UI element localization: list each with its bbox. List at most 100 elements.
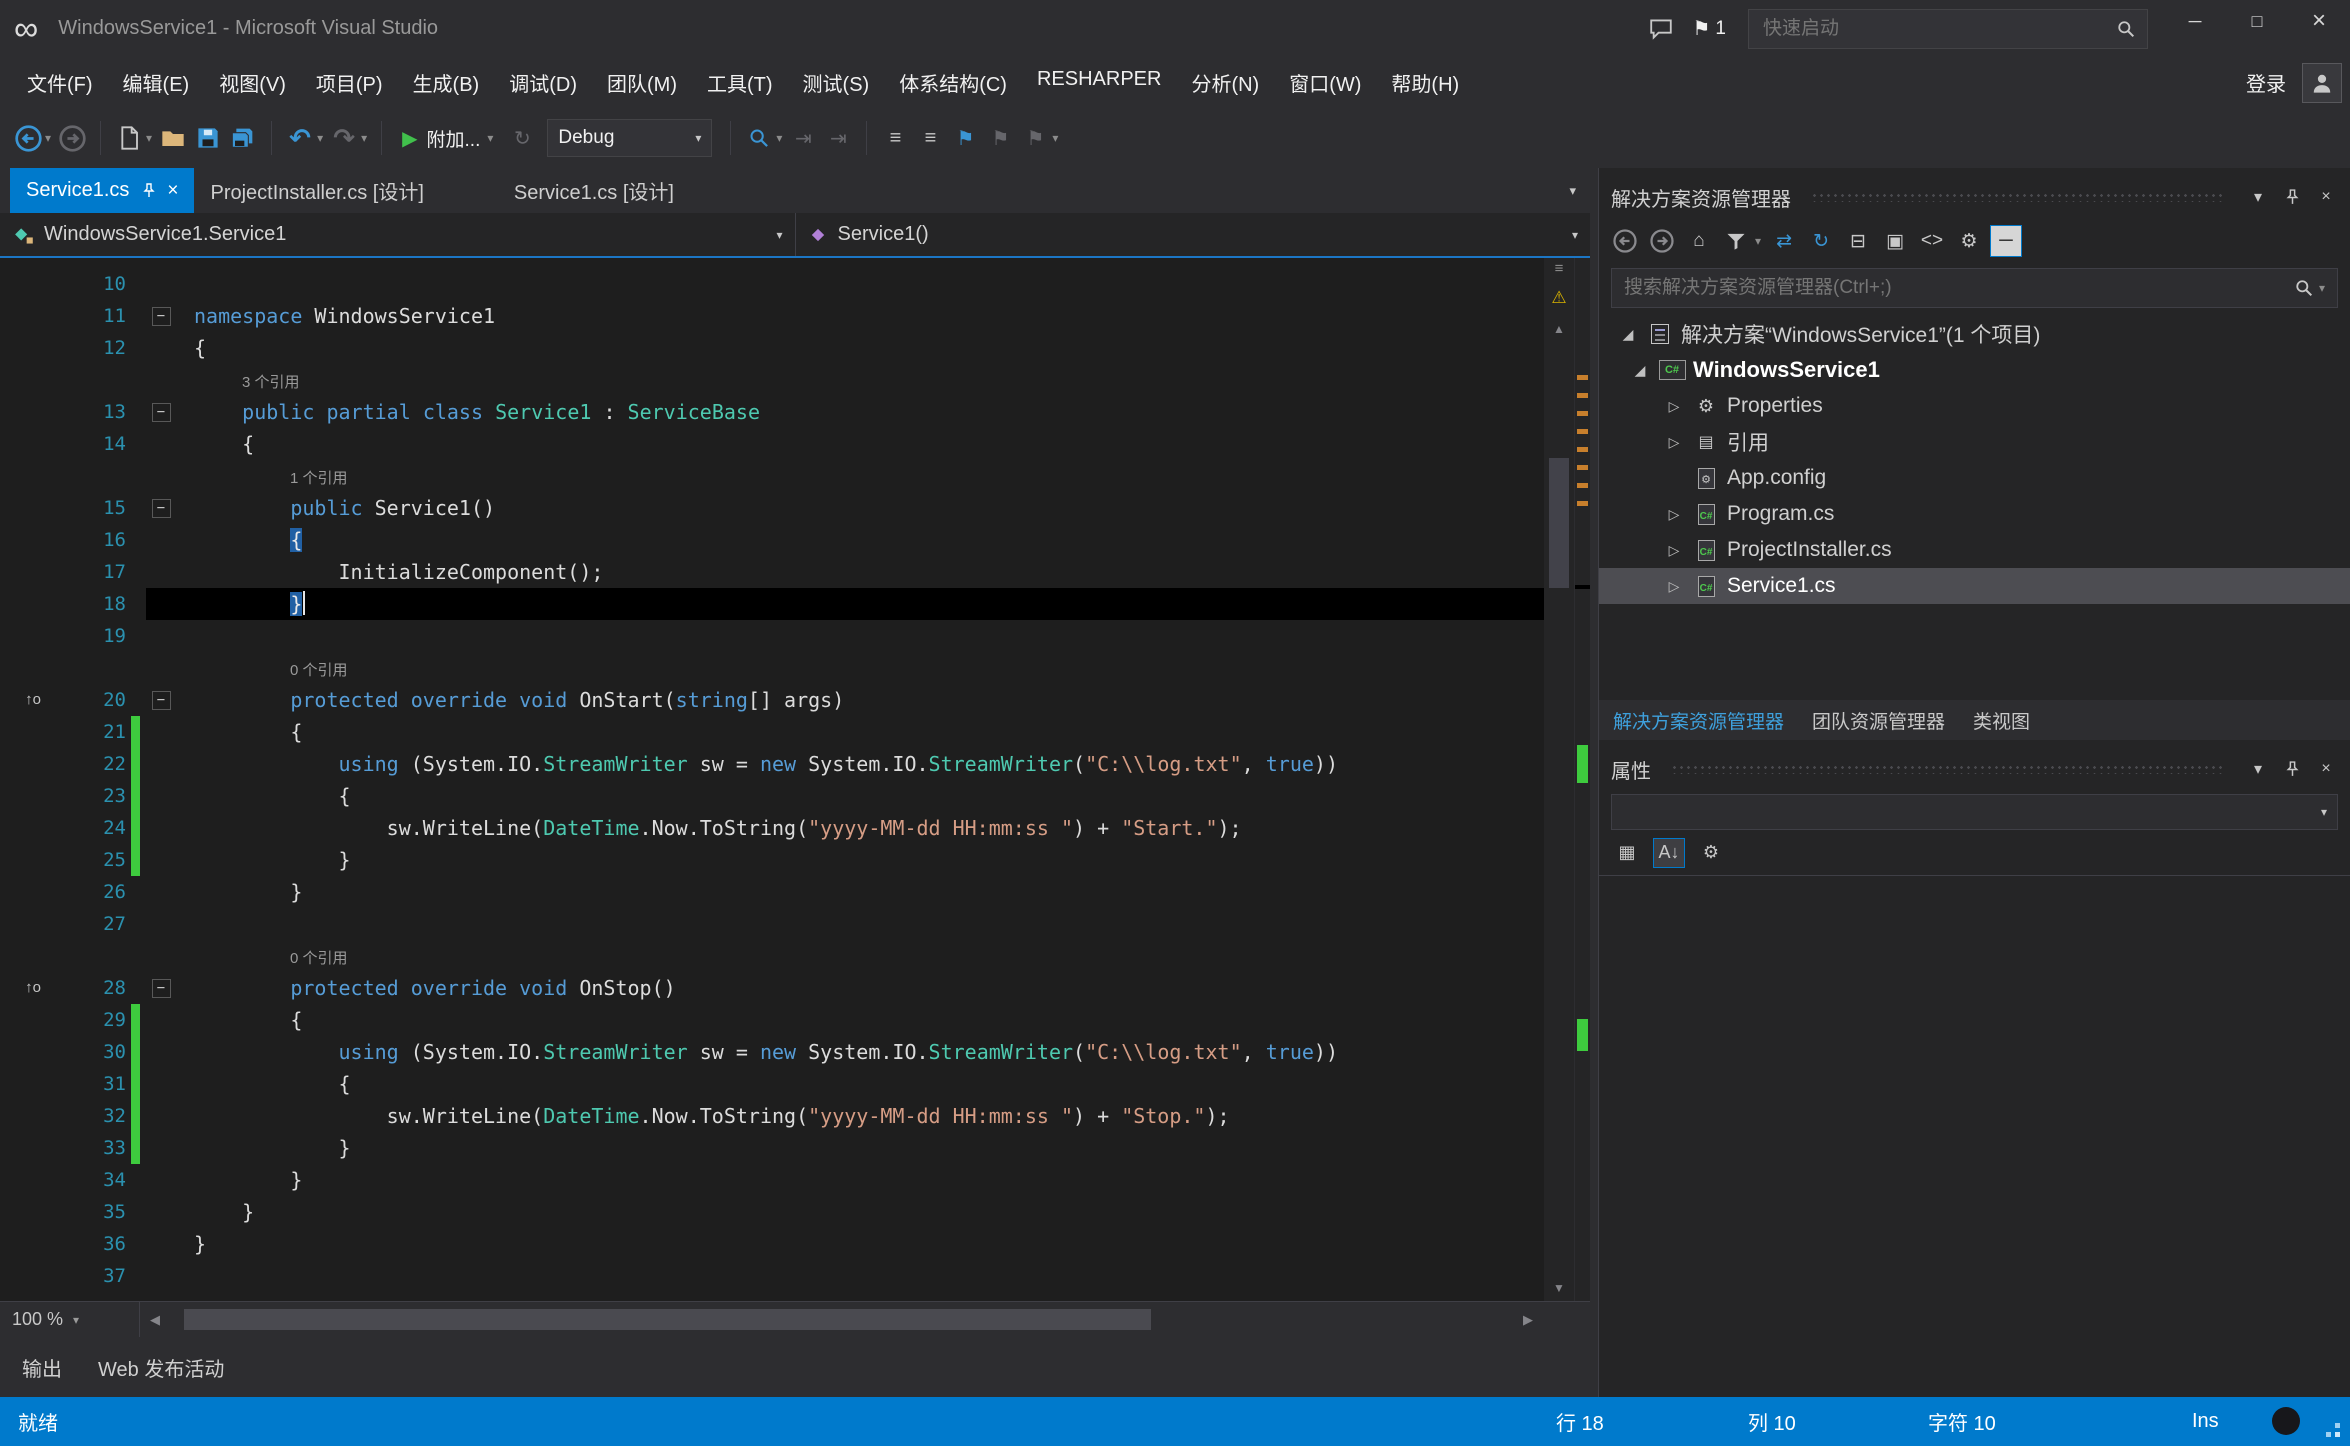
drag-area[interactable] bbox=[1671, 764, 2226, 774]
save-all-icon[interactable] bbox=[227, 118, 259, 158]
pin-icon[interactable] bbox=[2280, 761, 2304, 778]
splitter-grip-icon[interactable]: ≡ bbox=[1544, 260, 1574, 277]
chevron-down-icon[interactable]: ▾ bbox=[317, 131, 323, 145]
override-glyph-icon[interactable]: ↑o bbox=[0, 972, 66, 1004]
window-close-button[interactable]: × bbox=[2288, 0, 2350, 42]
code-line[interactable]: ↑o28− protected override void OnStop() bbox=[0, 972, 1544, 1004]
code-line[interactable]: 19 bbox=[0, 620, 1544, 652]
type-dropdown[interactable]: WindowsService1.Service1 ▾ bbox=[0, 213, 796, 256]
menu-item[interactable]: 团队(M) bbox=[592, 68, 692, 97]
avatar[interactable] bbox=[2302, 63, 2342, 103]
fold-collapse-icon[interactable]: − bbox=[152, 979, 171, 998]
find-in-files-icon[interactable]: ⇥ bbox=[787, 118, 819, 158]
zoom-control[interactable]: 100 % ▾ bbox=[0, 1302, 140, 1337]
bookmark-icon[interactable]: ⚑ bbox=[949, 118, 981, 158]
property-pages-icon[interactable]: ⚙ bbox=[1695, 838, 1727, 868]
menu-item[interactable]: 文件(F) bbox=[12, 68, 108, 97]
window-maximize-button[interactable]: □ bbox=[2226, 0, 2288, 42]
preview-selected-items-button[interactable]: ─ bbox=[1990, 225, 2022, 257]
chevron-down-icon[interactable]: ▾ bbox=[146, 131, 152, 145]
collapse-all-icon[interactable]: ⊟ bbox=[1842, 225, 1874, 257]
chevron-down-icon[interactable]: ▾ bbox=[776, 131, 782, 145]
menu-item[interactable]: RESHARPER bbox=[1022, 68, 1176, 97]
chevron-down-icon[interactable]: ▾ bbox=[45, 131, 51, 145]
feedback-icon[interactable] bbox=[1648, 18, 1674, 40]
menu-item[interactable]: 帮助(H) bbox=[1376, 68, 1474, 97]
code-line[interactable]: 14 { bbox=[0, 428, 1544, 460]
outdent-icon[interactable]: ≡ bbox=[879, 118, 911, 158]
sign-in-link[interactable]: 登录 bbox=[2246, 68, 2286, 97]
notifications-button[interactable]: ⚑ 1 bbox=[1692, 16, 1726, 41]
refresh-icon[interactable]: ↻ bbox=[1805, 225, 1837, 257]
code-lines[interactable]: 1011−namespace WindowsService112{3 个引用13… bbox=[0, 258, 1544, 1301]
navigate-backward-icon[interactable] bbox=[12, 118, 44, 158]
code-line[interactable]: 25 } bbox=[0, 844, 1544, 876]
code-line[interactable]: 16 { bbox=[0, 524, 1544, 556]
code-line[interactable]: 26 } bbox=[0, 876, 1544, 908]
find-icon[interactable] bbox=[743, 118, 775, 158]
codelens-references[interactable]: 3 个引用 bbox=[242, 374, 300, 391]
scroll-up-icon[interactable]: ▲ bbox=[1544, 322, 1574, 336]
document-tab[interactable]: ProjectInstaller.cs [设计] bbox=[194, 168, 439, 213]
bottom-panel-tab[interactable]: Web 发布活动 bbox=[98, 1353, 224, 1382]
panel-tab[interactable]: 类视图 bbox=[1973, 707, 2030, 734]
codelens-references[interactable]: 0 个引用 bbox=[290, 950, 348, 967]
fold-collapse-icon[interactable]: − bbox=[152, 499, 171, 518]
code-editor[interactable]: 1011−namespace WindowsService112{3 个引用13… bbox=[0, 258, 1590, 1301]
menu-item[interactable]: 调试(D) bbox=[494, 68, 592, 97]
code-line[interactable]: 23 { bbox=[0, 780, 1544, 812]
close-icon[interactable]: × bbox=[167, 180, 178, 202]
tree-item[interactable]: ▷C#Service1.cs bbox=[1599, 568, 2350, 604]
close-icon[interactable]: × bbox=[2314, 760, 2338, 778]
resize-grip[interactable] bbox=[2335, 1432, 2340, 1437]
code-line[interactable]: 31 { bbox=[0, 1068, 1544, 1100]
menu-item[interactable]: 窗口(W) bbox=[1274, 68, 1376, 97]
chevron-down-icon[interactable]: ▾ bbox=[2246, 759, 2270, 779]
undo-icon[interactable]: ↶ bbox=[284, 118, 316, 158]
search-input[interactable] bbox=[1622, 276, 2287, 300]
code-line[interactable]: 17 InitializeComponent(); bbox=[0, 556, 1544, 588]
properties-panel-header[interactable]: 属性 ▾ × bbox=[1599, 748, 2350, 790]
window-minimize-button[interactable]: ─ bbox=[2164, 0, 2226, 42]
vertical-scrollbar-thumb[interactable] bbox=[1549, 458, 1569, 588]
chevron-collapsed-icon[interactable]: ▷ bbox=[1659, 542, 1689, 559]
menu-item[interactable]: 工具(T) bbox=[692, 68, 788, 97]
code-line[interactable]: ↑o20− protected override void OnStart(st… bbox=[0, 684, 1544, 716]
fold-collapse-icon[interactable]: − bbox=[152, 403, 171, 422]
menu-item[interactable]: 测试(S) bbox=[788, 68, 885, 97]
tree-item[interactable]: ▷C#ProjectInstaller.cs bbox=[1599, 532, 2350, 568]
alphabetical-icon[interactable]: A↓ bbox=[1653, 838, 1685, 868]
chevron-collapsed-icon[interactable]: ▷ bbox=[1659, 434, 1689, 451]
chevron-collapsed-icon[interactable]: ▷ bbox=[1659, 398, 1689, 415]
menu-item[interactable]: 分析(N) bbox=[1176, 68, 1274, 97]
panel-tab[interactable]: 团队资源管理器 bbox=[1812, 707, 1945, 734]
code-line[interactable]: 29 { bbox=[0, 1004, 1544, 1036]
codelens-references[interactable]: 0 个引用 bbox=[290, 662, 348, 679]
view-code-icon[interactable]: <> bbox=[1916, 225, 1948, 257]
code-line[interactable]: 37 bbox=[0, 1260, 1544, 1292]
chevron-down-icon[interactable]: ▾ bbox=[2246, 187, 2270, 207]
horizontal-scrollbar-thumb[interactable] bbox=[184, 1309, 1151, 1330]
menu-item[interactable]: 项目(P) bbox=[301, 68, 398, 97]
panel-splitter[interactable] bbox=[1590, 168, 1598, 1397]
solution-explorer-search[interactable]: ▾ bbox=[1611, 268, 2338, 308]
code-line[interactable]: 24 sw.WriteLine(DateTime.Now.ToString("y… bbox=[0, 812, 1544, 844]
properties-icon[interactable]: ⚙ bbox=[1953, 225, 1985, 257]
chevron-collapsed-icon[interactable]: ▷ bbox=[1659, 506, 1689, 523]
document-tab[interactable]: Service1.cs× bbox=[10, 168, 194, 213]
tree-item[interactable]: ◢C#WindowsService1 bbox=[1599, 352, 2350, 388]
member-dropdown[interactable]: Service1() ▾ bbox=[796, 213, 1591, 256]
chevron-down-icon[interactable]: ▾ bbox=[2319, 281, 2325, 295]
pin-icon[interactable] bbox=[2280, 189, 2304, 206]
tab-list-caret-icon[interactable]: ▾ bbox=[1569, 183, 1576, 199]
bottom-panel-tab[interactable]: 输出 bbox=[22, 1353, 62, 1382]
warning-marker-icon[interactable]: ⚠ bbox=[1544, 288, 1574, 308]
code-line[interactable]: 22 using (System.IO.StreamWriter sw = ne… bbox=[0, 748, 1544, 780]
open-file-icon[interactable] bbox=[157, 118, 189, 158]
restart-icon[interactable]: ↻ bbox=[506, 118, 538, 158]
home-icon[interactable]: ⌂ bbox=[1683, 225, 1715, 257]
navigate-forward-icon[interactable] bbox=[56, 118, 88, 158]
new-file-icon[interactable] bbox=[113, 118, 145, 158]
override-glyph-icon[interactable]: ↑o bbox=[0, 684, 66, 716]
properties-object-select[interactable]: ▾ bbox=[1611, 794, 2338, 830]
